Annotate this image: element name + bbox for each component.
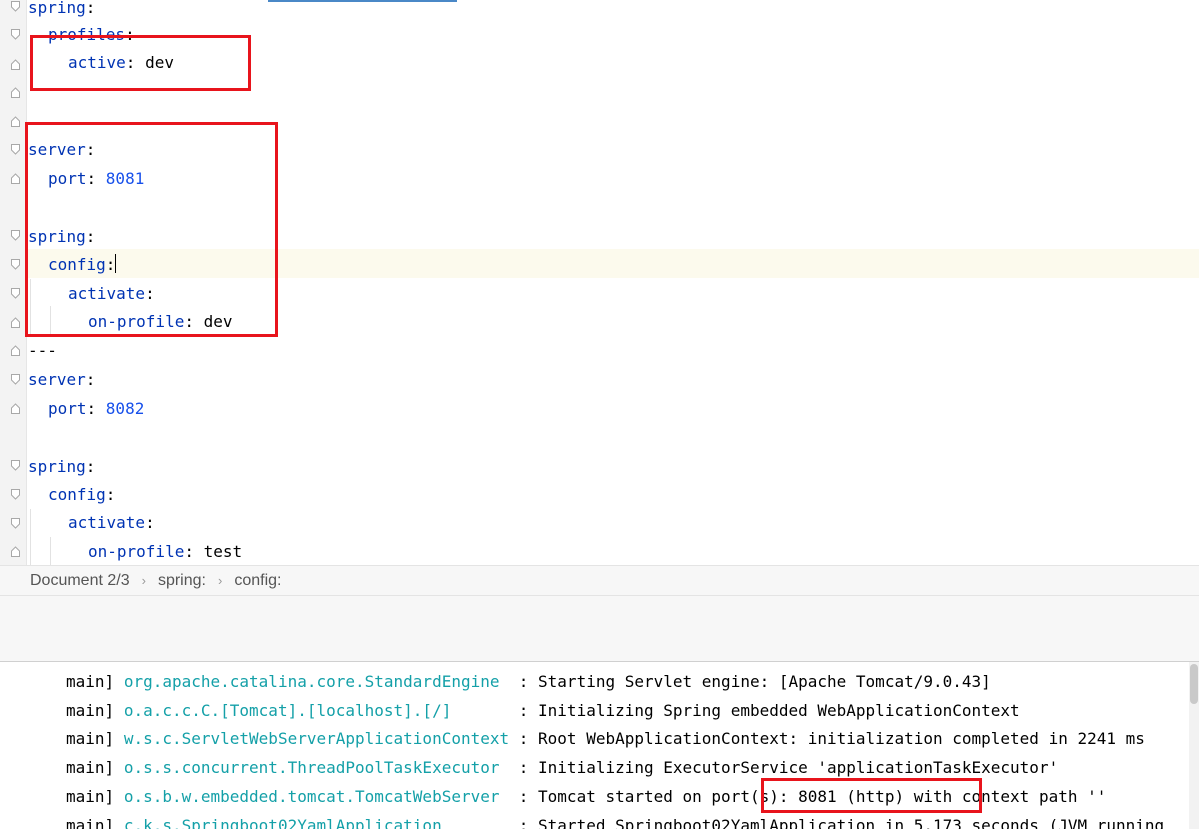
- yaml-key: spring: [28, 0, 86, 17]
- annotation-box-active-profile: [30, 35, 251, 91]
- fold-open-icon[interactable]: [11, 1, 20, 12]
- log-logger[interactable]: o.s.b.w.embedded.tomcat.TomcatWebServer: [124, 787, 519, 806]
- yaml-number: 8082: [105, 399, 145, 418]
- panel-divider: [0, 596, 1199, 662]
- annotation-box-dev-document: [25, 122, 278, 337]
- fold-open-icon[interactable]: [11, 288, 20, 299]
- fold-open-icon[interactable]: [11, 460, 20, 471]
- annotation-box-port: [761, 778, 982, 813]
- log-thread: main]: [66, 729, 115, 748]
- fold-open-icon[interactable]: [11, 489, 20, 500]
- log-logger[interactable]: c.k.s.Springboot02YamlApplication: [124, 816, 519, 829]
- active-tab-indicator: [268, 0, 457, 2]
- breadcrumb: Document 2/3 › spring: › config:: [0, 565, 1199, 596]
- fold-open-icon[interactable]: [11, 144, 20, 155]
- console-scrollbar-thumb[interactable]: [1190, 664, 1198, 704]
- fold-close-icon[interactable]: [11, 403, 20, 414]
- log-logger[interactable]: org.apache.catalina.core.StandardEngine: [124, 672, 519, 691]
- fold-open-icon[interactable]: [11, 518, 20, 529]
- log-logger[interactable]: o.a.c.c.C.[Tomcat].[localhost].[/]: [124, 701, 519, 720]
- editor-gutter: [0, 0, 27, 565]
- log-thread: main]: [66, 672, 115, 691]
- yaml-line: spring:: [28, 452, 95, 481]
- fold-open-icon[interactable]: [11, 259, 20, 270]
- yaml-value: test: [203, 542, 243, 561]
- yaml-line: activate:: [68, 508, 155, 537]
- breadcrumb-item-config[interactable]: config:: [234, 572, 281, 590]
- log-message: : Initializing Spring embedded WebApplic…: [518, 701, 1020, 720]
- yaml-key: server: [28, 370, 86, 389]
- fold-close-icon[interactable]: [11, 87, 20, 98]
- fold-close-icon[interactable]: [11, 546, 20, 557]
- yaml-line: spring:: [28, 0, 95, 22]
- fold-open-icon[interactable]: [11, 374, 20, 385]
- console-line: main] c.k.s.Springboot02YamlApplication …: [66, 811, 1164, 829]
- fold-close-icon[interactable]: [11, 317, 20, 328]
- yaml-sep: :: [86, 399, 106, 418]
- console-line: main] o.a.c.c.C.[Tomcat].[localhost].[/]…: [66, 696, 1020, 725]
- breadcrumb-document[interactable]: Document 2/3: [30, 572, 130, 590]
- log-message: : Starting Servlet engine: [Apache Tomca…: [518, 672, 991, 691]
- yaml-key: activate: [68, 513, 146, 532]
- log-thread: main]: [66, 787, 115, 806]
- fold-open-icon[interactable]: [11, 230, 20, 241]
- yaml-sep: :: [85, 457, 96, 476]
- console-line: main] w.s.c.ServletWebServerApplicationC…: [66, 724, 1145, 753]
- yaml-sep: :: [145, 513, 155, 532]
- chevron-right-icon: ›: [141, 573, 146, 588]
- fold-close-icon[interactable]: [11, 173, 20, 184]
- breadcrumb-item-spring[interactable]: spring:: [158, 572, 206, 590]
- yaml-key: config: [48, 485, 106, 504]
- fold-close-icon[interactable]: [11, 116, 20, 127]
- fold-close-icon[interactable]: [11, 345, 20, 356]
- log-message: : Root WebApplicationContext: initializa…: [518, 729, 1145, 748]
- yaml-sep: :: [85, 0, 96, 17]
- yaml-sep: :: [184, 542, 204, 561]
- yaml-document-separator: ---: [28, 341, 57, 360]
- yaml-line: port: 8082: [48, 394, 144, 423]
- indent-guide: [30, 509, 31, 565]
- indent-guide: [50, 537, 51, 565]
- log-thread: main]: [66, 816, 115, 829]
- log-thread: main]: [66, 758, 115, 777]
- console-line: main] org.apache.catalina.core.StandardE…: [66, 667, 991, 696]
- log-thread: main]: [66, 701, 115, 720]
- log-message: : Started Springboot02YamlApplication in…: [518, 816, 1165, 829]
- yaml-line: on-profile: test: [88, 537, 242, 565]
- chevron-right-icon: ›: [217, 573, 223, 588]
- fold-open-icon[interactable]: [11, 29, 20, 40]
- yaml-line: config:: [48, 480, 115, 509]
- yaml-key: port: [48, 399, 87, 418]
- yaml-sep: :: [105, 485, 116, 504]
- log-message: : Initializing ExecutorService 'applicat…: [518, 758, 1059, 777]
- log-logger[interactable]: w.s.c.ServletWebServerApplicationContext: [124, 729, 519, 748]
- yaml-key: spring: [28, 457, 86, 476]
- yaml-key: on-profile: [88, 542, 185, 561]
- yaml-line: server:: [28, 365, 95, 394]
- log-logger[interactable]: o.s.s.concurrent.ThreadPoolTaskExecutor: [124, 758, 519, 777]
- fold-close-icon[interactable]: [11, 59, 20, 70]
- run-console[interactable]: main] org.apache.catalina.core.StandardE…: [0, 662, 1199, 829]
- yaml-sep: :: [85, 370, 96, 389]
- yaml-editor[interactable]: spring: profiles: active: dev server: po…: [0, 0, 1199, 565]
